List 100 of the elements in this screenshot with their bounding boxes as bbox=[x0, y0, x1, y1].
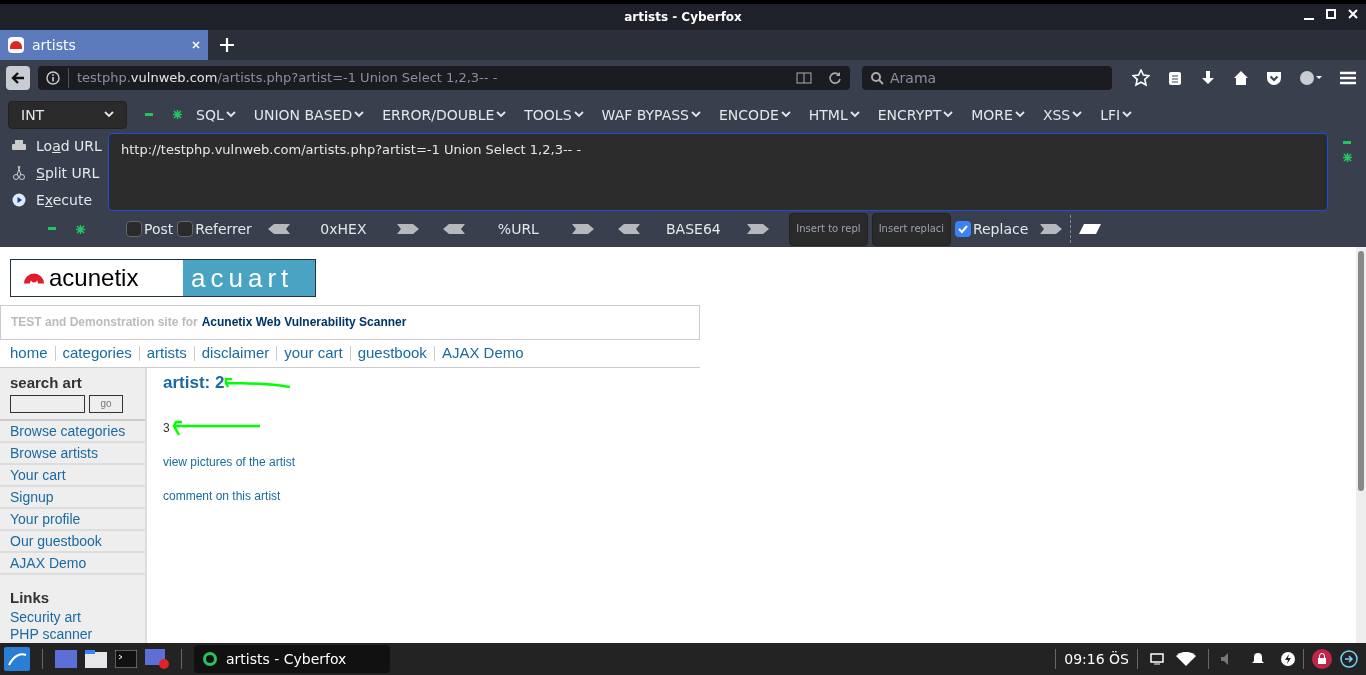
tab-label: artists bbox=[32, 36, 77, 55]
power-icon[interactable] bbox=[1281, 652, 1295, 666]
menu-item[interactable]: WAF BYPASS bbox=[601, 104, 701, 125]
back-button[interactable] bbox=[6, 66, 30, 90]
chevron-down-icon bbox=[943, 111, 954, 118]
menu-item[interactable]: LFI bbox=[1100, 104, 1133, 125]
reload-icon[interactable] bbox=[828, 71, 842, 85]
sidebar-link[interactable]: Browse artists bbox=[0, 442, 145, 465]
pocket-icon[interactable] bbox=[1266, 70, 1282, 86]
action-button[interactable]: Split URL bbox=[12, 161, 108, 185]
dash-icon[interactable] bbox=[48, 227, 56, 231]
menu-item[interactable]: HTML bbox=[808, 104, 860, 125]
printer-icon bbox=[12, 140, 26, 153]
wifi-icon[interactable] bbox=[1176, 652, 1196, 666]
menu-item[interactable]: SQL bbox=[196, 104, 236, 125]
new-tab-icon[interactable] bbox=[220, 38, 234, 52]
artist-link[interactable]: comment on this artist bbox=[163, 487, 281, 504]
right-chevron-icon[interactable] bbox=[396, 224, 419, 234]
lock-icon[interactable] bbox=[1312, 649, 1332, 669]
left-chevron-icon[interactable] bbox=[267, 224, 290, 234]
menu-item[interactable]: ENCRYPT bbox=[877, 104, 954, 125]
screen-recorder-icon[interactable] bbox=[145, 649, 169, 669]
type-select[interactable]: INT bbox=[8, 100, 127, 129]
nav-link[interactable]: AJAX Demo bbox=[441, 342, 524, 365]
search-field[interactable]: Arama bbox=[862, 66, 1112, 90]
site-logo[interactable]: acunetix acuart bbox=[10, 259, 316, 297]
menu-item[interactable]: ERROR/DOUBLE bbox=[382, 104, 507, 125]
logo-mark-icon bbox=[23, 272, 45, 284]
menu-item[interactable]: TOOLS bbox=[524, 104, 584, 125]
asterisk-icon[interactable] bbox=[173, 110, 182, 119]
reader-view-icon[interactable] bbox=[796, 72, 812, 84]
slant-icon[interactable] bbox=[1079, 224, 1102, 234]
insert-button[interactable]: Insert replaci bbox=[871, 212, 951, 246]
folder-icon[interactable] bbox=[85, 650, 107, 668]
checkbox[interactable] bbox=[177, 221, 194, 237]
tagline-text: TEST and Demonstration site for bbox=[11, 314, 198, 331]
go-button[interactable]: go bbox=[89, 394, 123, 413]
sidebar-link[interactable]: Your profile bbox=[0, 508, 145, 531]
bell-icon[interactable] bbox=[1251, 652, 1265, 666]
menu-item[interactable]: MORE bbox=[971, 104, 1025, 125]
terminal-icon[interactable] bbox=[115, 650, 137, 668]
monitor-icon[interactable] bbox=[1150, 653, 1164, 665]
menu-item[interactable]: UNION BASED bbox=[253, 104, 365, 125]
url-text: testphp.vulnweb.com/artists.php?artist=-1 Union Select 1,2,3-- - bbox=[68, 68, 788, 88]
url-textarea[interactable]: http://testphp.vulnweb.com/artists.php?artist=-1 Union Select 1,2,3-- - bbox=[108, 133, 1328, 211]
sidebar-link[interactable]: PHP scanner bbox=[0, 626, 145, 643]
checkbox[interactable] bbox=[126, 221, 142, 237]
address-bar[interactable]: testphp.vulnweb.com/artists.php?artist=-1 Union Select 1,2,3-- - bbox=[38, 66, 850, 90]
insert-button[interactable]: Insert to repl bbox=[788, 212, 868, 246]
nav-link[interactable]: home bbox=[10, 342, 48, 365]
asterisk-icon[interactable] bbox=[76, 224, 85, 234]
nav-link[interactable]: your cart bbox=[284, 342, 343, 365]
left-chevron-icon[interactable] bbox=[442, 224, 465, 234]
search-input[interactable] bbox=[10, 394, 85, 413]
logout-icon[interactable] bbox=[1340, 650, 1358, 668]
taskbar-window-button[interactable]: artists - Cyberfox bbox=[194, 645, 390, 673]
scissors-icon bbox=[12, 166, 26, 180]
sidebar-link[interactable]: Your cart bbox=[0, 464, 145, 487]
checkbox-label: Post bbox=[144, 220, 174, 239]
nav-link[interactable]: guestbook bbox=[357, 342, 427, 365]
menu-item[interactable]: XSS bbox=[1042, 104, 1083, 125]
dash-icon[interactable] bbox=[145, 112, 153, 117]
artist-link[interactable]: view pictures of the artist bbox=[163, 453, 296, 470]
clock[interactable]: 09:16 ÖS bbox=[1064, 649, 1129, 669]
scanner-link[interactable]: Acunetix Web Vulnerability Scanner bbox=[201, 314, 407, 331]
nav-link[interactable]: disclaimer bbox=[201, 342, 270, 365]
right-chevron-icon[interactable] bbox=[1040, 224, 1063, 234]
action-button[interactable]: Execute bbox=[12, 188, 108, 211]
scrollbar[interactable] bbox=[1356, 247, 1366, 643]
sidebar-link[interactable]: Security art bbox=[0, 609, 145, 626]
menu-item[interactable]: ENCODE bbox=[719, 104, 791, 125]
asterisk-icon[interactable] bbox=[1342, 153, 1352, 162]
star-icon[interactable] bbox=[1132, 69, 1150, 87]
right-chevron-icon[interactable] bbox=[571, 224, 594, 234]
download-icon[interactable] bbox=[1200, 70, 1216, 86]
sidebar-link[interactable]: Signup bbox=[0, 486, 145, 509]
checkbox[interactable] bbox=[954, 221, 971, 237]
home-icon[interactable] bbox=[1233, 70, 1249, 86]
chevron-down-icon bbox=[1014, 111, 1025, 118]
left-chevron-icon[interactable] bbox=[617, 224, 640, 234]
browser-tab[interactable]: artists bbox=[0, 30, 208, 60]
chevron-down-icon bbox=[1122, 111, 1133, 118]
clipboard-icon[interactable] bbox=[1167, 70, 1183, 86]
info-icon[interactable] bbox=[46, 71, 60, 85]
sidebar-link[interactable]: Our guestbook bbox=[0, 530, 145, 553]
sidebar-link[interactable]: AJAX Demo bbox=[0, 552, 145, 575]
nav-link[interactable]: artists bbox=[146, 342, 187, 365]
app-menu-icon[interactable] bbox=[4, 647, 30, 671]
sidebar-link[interactable]: Browse categories bbox=[0, 420, 145, 443]
right-chevron-icon[interactable] bbox=[746, 224, 769, 234]
action-button[interactable]: Load URL bbox=[12, 135, 108, 158]
dash-icon[interactable] bbox=[1343, 141, 1351, 145]
chevron-down-icon bbox=[691, 111, 701, 118]
maximize-icon[interactable] bbox=[1326, 8, 1336, 22]
nav-link[interactable]: categories bbox=[62, 342, 132, 365]
encoder-label: %URL bbox=[496, 220, 540, 239]
checkbox-label: Referrer bbox=[195, 220, 252, 239]
chevron-down-icon bbox=[104, 111, 114, 118]
browser-logo-icon[interactable] bbox=[1299, 70, 1323, 86]
menu-icon[interactable] bbox=[1340, 71, 1356, 85]
